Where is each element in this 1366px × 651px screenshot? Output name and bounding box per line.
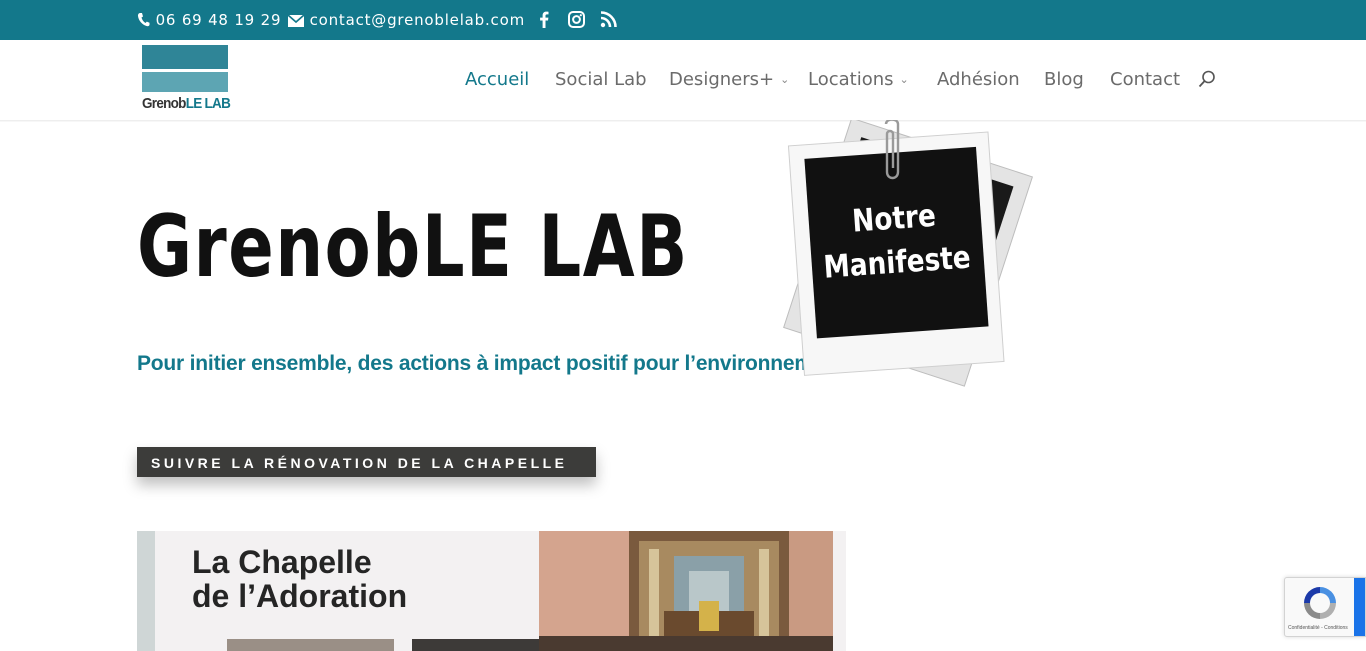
manifeste-polaroid[interactable]: Notre Manifeste: [756, 117, 1036, 388]
chevron-down-icon: ⌄: [780, 73, 790, 86]
chapel-side-stripe: [137, 531, 155, 651]
logo-bar-top: [142, 45, 228, 69]
logo-text-right: LE LAB: [185, 95, 231, 112]
rss-icon[interactable]: [600, 11, 617, 31]
search-icon[interactable]: [1198, 70, 1216, 93]
nav-locations-label: Locations: [808, 69, 894, 90]
nav-designers[interactable]: Designers+ ⌄: [669, 69, 789, 90]
email-address: contact@grenoblelab.com: [309, 11, 525, 29]
top-bar: 06 69 48 19 29 contact@grenoblelab.com: [0, 0, 1366, 40]
logo-bar-bottom: [142, 72, 228, 92]
phone-link[interactable]: 06 69 48 19 29: [137, 11, 281, 29]
logo-text-left: Grenob: [142, 95, 186, 112]
phone-icon: [137, 13, 150, 27]
nav-social-lab[interactable]: Social Lab: [555, 69, 647, 90]
nav-locations[interactable]: Locations ⌄: [808, 69, 909, 90]
instagram-icon[interactable]: [568, 11, 585, 31]
site-logo[interactable]: GrenobLE LAB: [142, 45, 231, 117]
nav-adhesion[interactable]: Adhésion: [937, 69, 1020, 90]
chapel-title: La Chapelle de l’Adoration: [192, 545, 407, 613]
chapel-renovation-button[interactable]: SUIVRE LA RÉNOVATION DE LA CHAPELLE: [137, 447, 596, 477]
chapel-title-line2: de l’Adoration: [192, 578, 408, 614]
envelope-icon: [287, 14, 305, 27]
recaptcha-fine-print[interactable]: Confidentialité - Conditions: [1288, 625, 1348, 631]
recaptcha-tab: [1354, 578, 1365, 636]
nav-contact[interactable]: Contact: [1110, 69, 1180, 90]
email-link[interactable]: contact@grenoblelab.com: [287, 11, 525, 29]
chevron-down-icon: ⌄: [899, 73, 909, 86]
nav-accueil[interactable]: Accueil: [465, 69, 529, 90]
chapel-banner-image[interactable]: La Chapelle de l’Adoration: [137, 531, 846, 651]
polaroid-line1: Notre: [851, 197, 937, 239]
recaptcha-badge[interactable]: Confidentialité - Conditions: [1284, 577, 1366, 637]
page-title: GrenobLE LAB: [137, 197, 689, 297]
logo-text: GrenobLE LAB: [142, 95, 231, 112]
chapel-thumbnail-street: [227, 639, 394, 651]
chapel-thumbnail-interior: [412, 639, 539, 651]
chapel-title-line1: La Chapelle: [192, 544, 372, 580]
chapel-altar-photo: [539, 531, 833, 651]
site-header: GrenobLE LAB Accueil Social Lab Designer…: [0, 40, 1366, 121]
phone-number: 06 69 48 19 29: [155, 11, 282, 29]
nav-designers-label: Designers+: [669, 69, 775, 90]
nav-blog[interactable]: Blog: [1044, 69, 1084, 90]
facebook-icon[interactable]: [538, 11, 550, 31]
page-subtitle: Pour initier ensemble, des actions à imp…: [137, 352, 844, 375]
recaptcha-icon: [1304, 587, 1336, 619]
